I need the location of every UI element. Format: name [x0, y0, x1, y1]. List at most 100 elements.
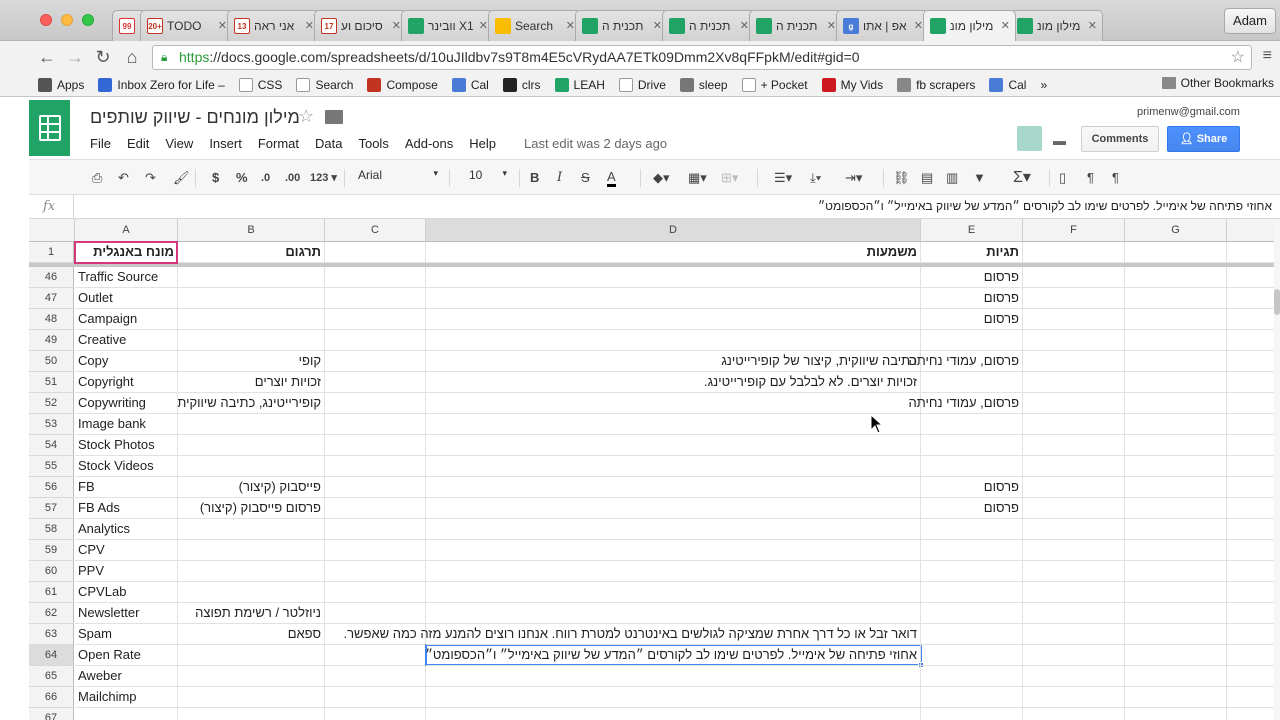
cell-c[interactable]	[325, 498, 426, 519]
cell-c[interactable]	[325, 351, 426, 372]
cell-f[interactable]	[1023, 242, 1125, 263]
formula-content[interactable]: אחוזי פתיחה של אימייל. לפרטים שימו לב לק…	[818, 199, 1272, 213]
row-number[interactable]: 51	[29, 372, 74, 393]
spreadsheet-grid[interactable]: A B C D E F G 1 מונח באנגלית תרגום משמעות תגיות 46 Tr…	[29, 219, 1274, 720]
last-edit-link[interactable]: Last edit was 2 days ago	[524, 136, 667, 151]
cell-g[interactable]	[1125, 645, 1227, 666]
tab-close-icon[interactable]: ✕	[479, 19, 488, 32]
cell-d[interactable]	[426, 687, 921, 708]
cell-d[interactable]	[426, 498, 921, 519]
cell-c[interactable]	[325, 330, 426, 351]
cell-b[interactable]	[178, 414, 325, 435]
cell-f[interactable]	[1023, 393, 1125, 414]
cell-a[interactable]: FB Ads	[75, 498, 178, 519]
bookmark-item[interactable]: Apps	[38, 77, 84, 92]
cell-c[interactable]	[325, 414, 426, 435]
cell-h[interactable]	[1227, 267, 1274, 288]
select-all-corner[interactable]	[29, 219, 75, 242]
cell-g[interactable]	[1125, 687, 1227, 708]
cell-g[interactable]	[1125, 666, 1227, 687]
cell-c[interactable]	[325, 708, 426, 720]
more-formats-button[interactable]: 123 ▾	[310, 169, 337, 187]
cell-a[interactable]: PPV	[75, 561, 178, 582]
cell-h[interactable]	[1227, 519, 1274, 540]
cell-b[interactable]	[178, 435, 325, 456]
cell-g[interactable]	[1125, 561, 1227, 582]
cell-c[interactable]	[325, 645, 426, 666]
row-number[interactable]: 55	[29, 456, 74, 477]
cell-g[interactable]	[1125, 603, 1227, 624]
cell-g[interactable]	[1125, 540, 1227, 561]
cell-g[interactable]	[1125, 288, 1227, 309]
cell-d[interactable]	[426, 582, 921, 603]
chat-icon[interactable]: ▬	[1053, 133, 1066, 148]
bold-button[interactable]: B	[530, 169, 539, 187]
cell-h[interactable]	[1227, 666, 1274, 687]
cell-e[interactable]: פרסום, עמודי נחיתה	[909, 351, 1023, 372]
cell-a[interactable]: Copy	[75, 351, 178, 372]
cell-e[interactable]: פרסום	[921, 267, 1023, 288]
menu-help[interactable]: Help	[469, 136, 496, 151]
cell-h[interactable]	[1227, 687, 1274, 708]
row-number[interactable]: 53	[29, 414, 74, 435]
cell-c[interactable]	[325, 477, 426, 498]
cell-h[interactable]	[1227, 435, 1274, 456]
browser-tab[interactable]: תכנית ה ✕	[662, 10, 755, 41]
cell-b[interactable]: פייסבוק (קיצור)	[178, 477, 325, 498]
cell-h[interactable]	[1227, 351, 1274, 372]
cell-h[interactable]	[1227, 477, 1274, 498]
row-number[interactable]: 47	[29, 288, 74, 309]
row-number[interactable]: 54	[29, 435, 74, 456]
cell-d[interactable]	[426, 393, 921, 414]
cell-g[interactable]	[1125, 435, 1227, 456]
increase-decimals-button[interactable]: .00	[285, 169, 300, 187]
cell-h[interactable]	[1227, 309, 1274, 330]
cell-b[interactable]	[178, 309, 325, 330]
cell-b[interactable]: פרסום פייסבוק (קיצור)	[178, 498, 325, 519]
cell-f[interactable]	[1023, 372, 1125, 393]
cell-f[interactable]	[1023, 582, 1125, 603]
cell-f[interactable]	[1023, 309, 1125, 330]
bookmark-item[interactable]: LEAH	[554, 77, 605, 92]
tab-close-icon[interactable]: ✕	[914, 19, 923, 32]
cell-d[interactable]: זכויות יוצרים. לא לבלבל עם קופירייטינג.	[426, 372, 921, 393]
cell-a[interactable]: Traffic Source	[75, 267, 178, 288]
cell-h[interactable]	[1227, 393, 1274, 414]
tab-close-icon[interactable]: ✕	[653, 19, 662, 32]
vertical-align-icon[interactable]: ⤓▾	[810, 169, 821, 187]
browser-tab[interactable]: תכנית ה ✕	[575, 10, 668, 41]
cell-d[interactable]	[426, 267, 921, 288]
paint-format-icon[interactable]: 🖌︎	[173, 169, 190, 187]
cell-b[interactable]: ניוזלטר / רשימת תפוצה	[178, 603, 325, 624]
currency-format-button[interactable]: $	[212, 169, 219, 187]
cell-h[interactable]	[1227, 708, 1274, 720]
home-icon[interactable]: ⌂	[121, 46, 143, 68]
cell-d[interactable]: דואר זבל או כל דרך אחרת שמציקה לגולשים ב…	[343, 624, 921, 645]
cell-g[interactable]	[1125, 393, 1227, 414]
fill-color-icon[interactable]: ◆▾	[653, 169, 670, 187]
decrease-decimals-button[interactable]: .0	[261, 169, 270, 187]
percent-format-button[interactable]: %	[236, 169, 248, 187]
cell-h[interactable]	[1227, 540, 1274, 561]
column-header-f[interactable]: F	[1023, 219, 1125, 242]
cell-h[interactable]	[1227, 330, 1274, 351]
menu-data[interactable]: Data	[315, 136, 342, 151]
cell-f[interactable]	[1023, 561, 1125, 582]
cell-g[interactable]	[1125, 372, 1227, 393]
cell-h[interactable]	[1227, 645, 1274, 666]
cell-e[interactable]	[921, 330, 1023, 351]
cell-f[interactable]	[1023, 687, 1125, 708]
print-icon[interactable]: ⎙	[92, 169, 102, 187]
tab-close-icon[interactable]: ✕	[566, 19, 575, 32]
cell-e[interactable]	[921, 645, 1023, 666]
bookmark-item[interactable]: Cal	[451, 77, 489, 92]
cell-e[interactable]	[921, 582, 1023, 603]
bookmark-item[interactable]: Search	[296, 77, 353, 92]
browser-tab[interactable]: תכנית ה ✕	[749, 10, 842, 41]
formula-bar[interactable]: fx אחוזי פתיחה של אימייל. לפרטים שימו לב…	[29, 195, 1280, 219]
cell-c[interactable]	[325, 309, 426, 330]
vertical-scrollbar[interactable]	[1274, 219, 1280, 720]
cell-e[interactable]	[921, 435, 1023, 456]
cell-h[interactable]	[1227, 456, 1274, 477]
cell-a[interactable]: Newsletter	[75, 603, 178, 624]
